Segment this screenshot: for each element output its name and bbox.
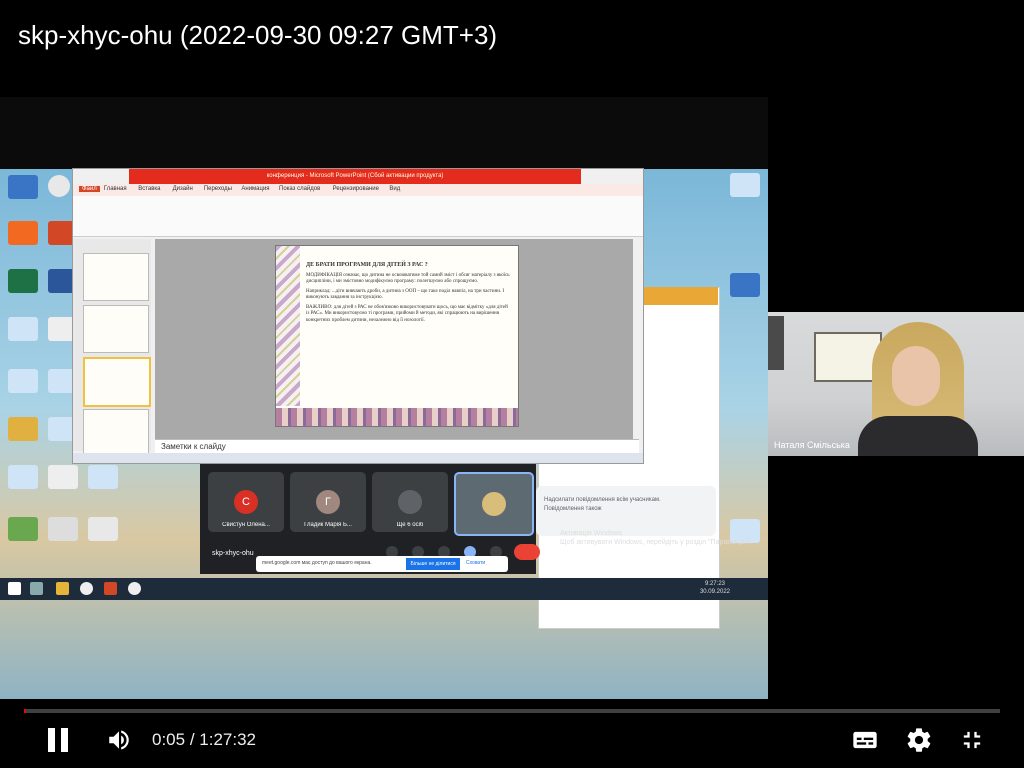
webcam-name: Наталя Смільська bbox=[774, 440, 850, 450]
file-icon[interactable] bbox=[730, 173, 760, 197]
activation-title: Активація Windows bbox=[560, 530, 623, 537]
participant-tile-more[interactable]: Ще 6 осіб bbox=[372, 472, 448, 532]
file-icon[interactable] bbox=[8, 417, 38, 441]
slide-paragraph: ВАЖЛИВО: для дітей з РАС не обов'язково … bbox=[306, 304, 508, 323]
participant-tile-active[interactable] bbox=[454, 472, 534, 536]
exit-fullscreen-button[interactable] bbox=[958, 726, 986, 754]
duration: 1:27:32 bbox=[199, 730, 257, 749]
powerpoint-window: конференция - Microsoft PowerPoint (Сбой… bbox=[72, 168, 644, 464]
ppt-menu-item[interactable]: Вид bbox=[389, 186, 400, 192]
ppt-titlebar: конференция - Microsoft PowerPoint (Сбой… bbox=[129, 169, 581, 184]
ppt-menu-item[interactable]: Показ слайдов bbox=[279, 186, 320, 192]
participant-thumb bbox=[482, 492, 506, 516]
settings-icon bbox=[907, 728, 931, 752]
clock-date: 30.09.2022 bbox=[699, 589, 730, 595]
person-body bbox=[858, 416, 978, 456]
taskbar: 9:27:23 30.09.2022 bbox=[0, 578, 768, 600]
ppt-notes[interactable]: Заметки к слайду bbox=[155, 439, 639, 454]
wall-frame bbox=[768, 316, 784, 370]
file-icon[interactable] bbox=[48, 517, 78, 541]
participant-name: Гладик Марія Б... bbox=[304, 522, 352, 528]
slide-thumbnails bbox=[73, 239, 151, 457]
ppt-menu-item[interactable]: Анимация bbox=[241, 186, 269, 192]
avatar-group bbox=[398, 490, 422, 514]
activation-text: Щоб активувати Windows, перейдіть у розд… bbox=[560, 539, 752, 546]
clock-time: 9:27:23 bbox=[704, 581, 725, 587]
exit-fullscreen-icon bbox=[963, 731, 981, 749]
file-icon[interactable] bbox=[48, 465, 78, 489]
file-icon[interactable] bbox=[88, 465, 118, 489]
slide-thumbnail[interactable] bbox=[83, 409, 149, 457]
ppt-menu-item[interactable]: Переходы bbox=[204, 186, 232, 192]
search-icon[interactable] bbox=[30, 582, 43, 595]
participant-name: Ще 6 осіб bbox=[396, 522, 424, 528]
subtitles-icon bbox=[853, 731, 877, 749]
avatar: С bbox=[234, 490, 258, 514]
slide-border-decoration bbox=[276, 408, 518, 426]
ppt-menu-item[interactable]: Рецензирование bbox=[333, 186, 379, 192]
participant-tile[interactable]: С Свистун Олена... bbox=[208, 472, 284, 532]
progress-bar[interactable] bbox=[24, 709, 1000, 713]
settings-button[interactable] bbox=[905, 726, 933, 754]
file-icon[interactable] bbox=[8, 369, 38, 393]
ppt-menu-item[interactable]: Файл bbox=[79, 186, 100, 192]
desktop-icon[interactable] bbox=[8, 221, 38, 245]
file-icon[interactable] bbox=[730, 273, 760, 297]
slide-decoration bbox=[276, 246, 300, 406]
avatar: Г bbox=[316, 490, 340, 514]
explorer-icon[interactable] bbox=[56, 582, 69, 595]
ppt-menu-item[interactable]: Дизайн bbox=[173, 186, 193, 192]
slide-text: ДЕ БРАТИ ПРОГРАМИ ДЛЯ ДІТЕЙ З РАС ? МОДИ… bbox=[306, 262, 512, 324]
meeting-code: skp-xhyc-ohu bbox=[212, 550, 254, 557]
current-time: 0:05 bbox=[152, 730, 186, 749]
chrome-titlebar bbox=[642, 287, 718, 305]
time-separator: / bbox=[189, 730, 195, 749]
ppt-ribbon[interactable] bbox=[73, 196, 643, 237]
screen-share-bar: meet.google.com має доступ до вашого екр… bbox=[256, 556, 508, 572]
webcam-feed: Наталя Смільська bbox=[768, 312, 1024, 456]
chrome-icon[interactable] bbox=[128, 582, 141, 595]
slide-thumbnail-selected[interactable] bbox=[83, 357, 151, 407]
chrome-icon[interactable] bbox=[48, 175, 70, 197]
volume-icon bbox=[109, 730, 129, 750]
slide-canvas: ДЕ БРАТИ ПРОГРАМИ ДЛЯ ДІТЕЙ З РАС ? МОДИ… bbox=[155, 239, 633, 439]
progress-fill bbox=[24, 709, 26, 713]
participant-tile[interactable]: Г Гладик Марія Б... bbox=[290, 472, 366, 532]
slide-paragraph: МОДИФІКАЦІЯ означає, що дитина не освоюв… bbox=[306, 272, 510, 285]
chat-input[interactable]: Надсилати повідомлення всім учасникам. П… bbox=[544, 496, 684, 514]
stop-sharing-button[interactable]: Більше не ділитися bbox=[406, 558, 460, 570]
ppt-statusbar bbox=[73, 453, 643, 463]
subtitles-button[interactable] bbox=[850, 726, 880, 754]
volume-button[interactable] bbox=[106, 726, 132, 754]
ppt-menu-item[interactable]: Вставка bbox=[138, 186, 160, 192]
chrome-icon[interactable] bbox=[80, 582, 93, 595]
slide-thumbnail[interactable] bbox=[83, 305, 149, 353]
powerpoint-icon[interactable] bbox=[104, 582, 117, 595]
hide-button[interactable]: Сховати bbox=[466, 560, 485, 566]
file-icon[interactable] bbox=[8, 517, 38, 541]
pause-button[interactable] bbox=[46, 726, 70, 754]
slide-heading: ДЕ БРАТИ ПРОГРАМИ ДЛЯ ДІТЕЙ З РАС ? bbox=[306, 262, 428, 268]
video-frame[interactable]: конференция - Microsoft PowerPoint (Сбой… bbox=[0, 97, 768, 699]
time-display: 0:05 / 1:27:32 bbox=[152, 730, 256, 750]
video-title[interactable]: skp-xhyc-ohu (2022-09-30 09:27 GMT+3) bbox=[18, 20, 497, 51]
person-face bbox=[892, 346, 940, 406]
slide-thumbnail[interactable] bbox=[83, 253, 149, 301]
participant-name: Свистун Олена... bbox=[222, 522, 270, 528]
file-icon[interactable] bbox=[8, 465, 38, 489]
taskbar-clock[interactable]: 9:27:23 30.09.2022 bbox=[700, 580, 730, 596]
share-message: meet.google.com має доступ до вашого екр… bbox=[262, 560, 372, 566]
desktop-icon[interactable] bbox=[8, 175, 38, 199]
file-icon[interactable] bbox=[8, 317, 38, 341]
windows-activation-notice: Активація Windows Щоб активувати Windows… bbox=[560, 529, 751, 547]
excel-icon[interactable] bbox=[8, 269, 38, 293]
slide: ДЕ БРАТИ ПРОГРАМИ ДЛЯ ДІТЕЙ З РАС ? МОДИ… bbox=[275, 245, 519, 427]
ppt-menu-item[interactable]: Главная bbox=[104, 186, 127, 192]
start-icon[interactable] bbox=[8, 582, 21, 595]
end-call-button[interactable] bbox=[514, 544, 540, 560]
slide-paragraph: Наприклад: ...діти вивчають дроби, а дит… bbox=[306, 288, 505, 301]
file-icon[interactable] bbox=[88, 517, 118, 541]
ppt-menu: Файл Главная Вставка Дизайн Переходы Анимация… bbox=[73, 184, 643, 196]
